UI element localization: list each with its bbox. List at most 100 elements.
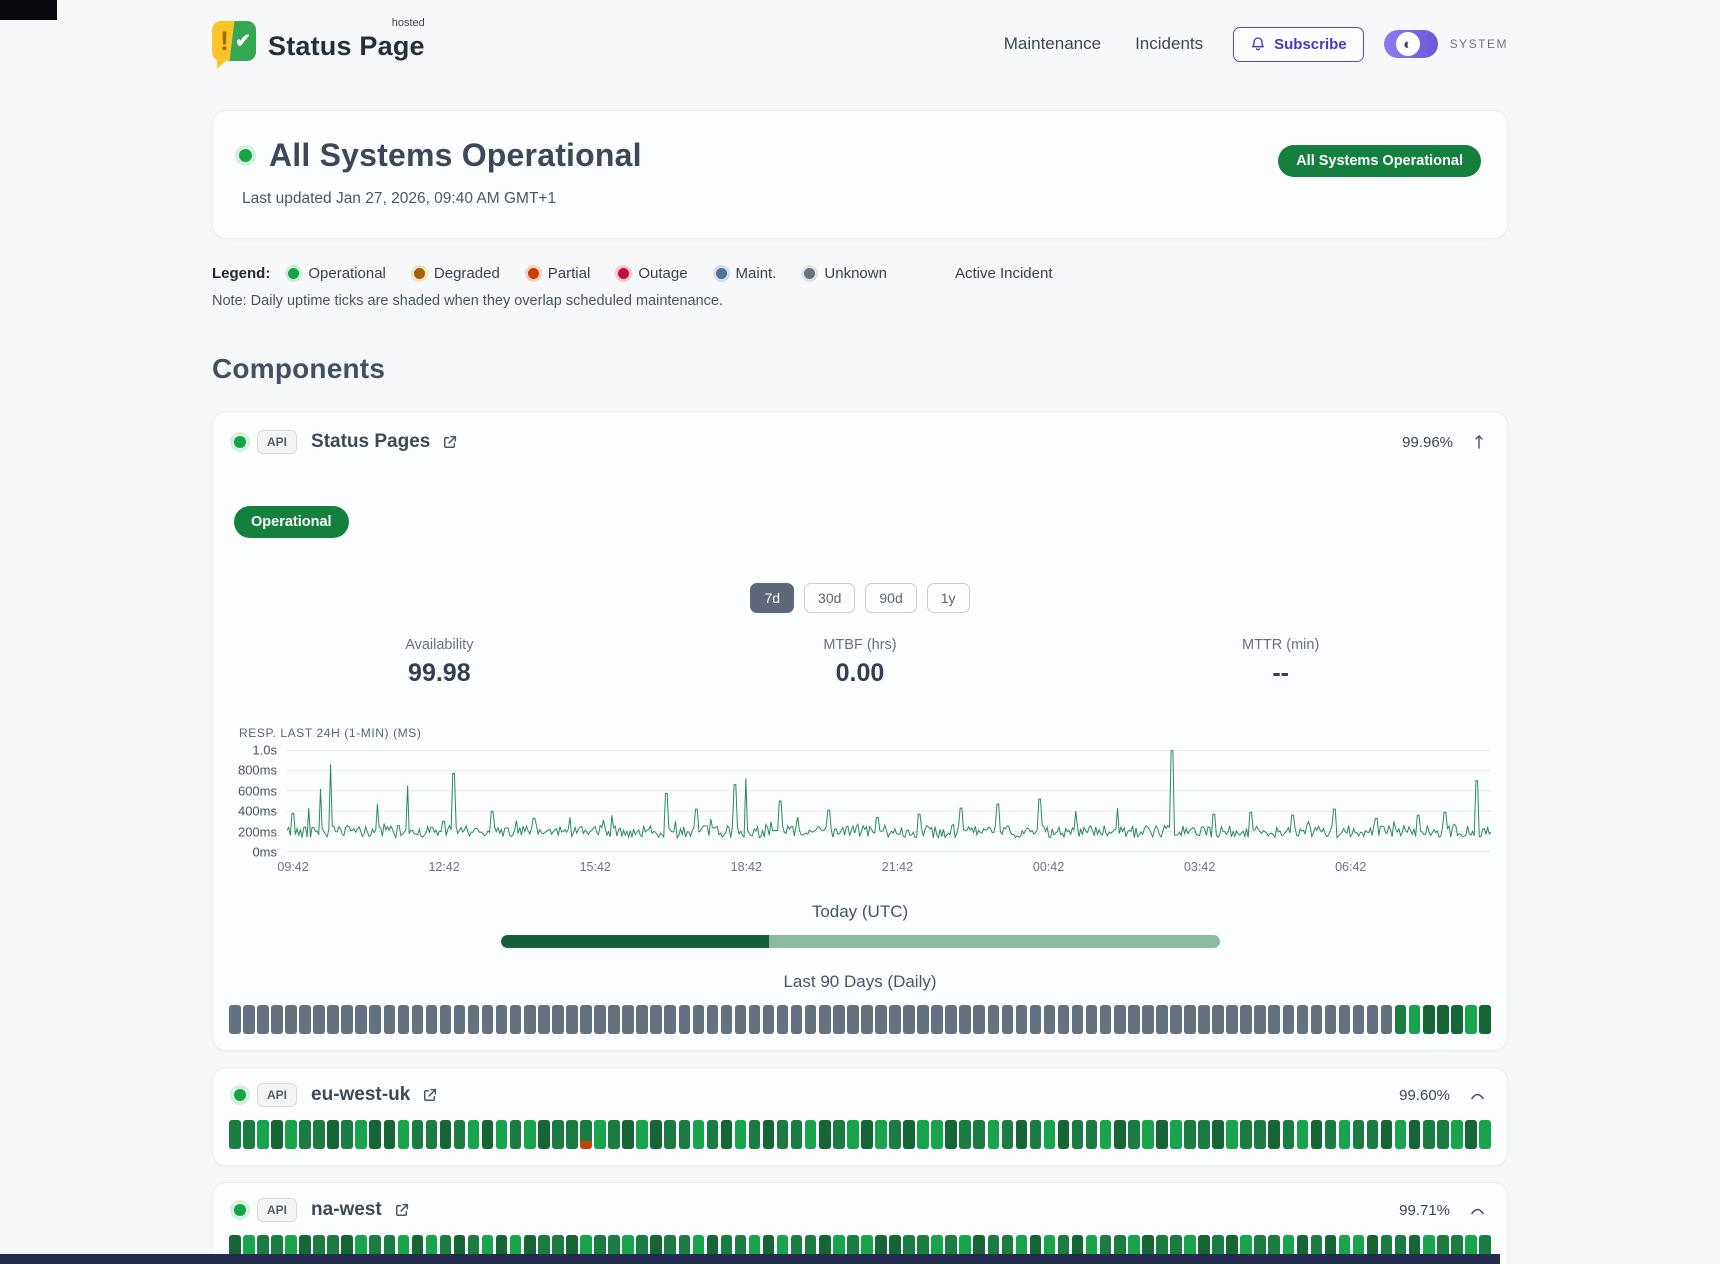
uptime-tick-no-data[interactable]: [1030, 1005, 1042, 1034]
uptime-tick-operational[interactable]: [1226, 1120, 1238, 1149]
uptime-tick-operational[interactable]: [763, 1120, 775, 1149]
range-button-90d[interactable]: 90d: [865, 583, 916, 613]
external-link-icon[interactable]: [441, 434, 458, 451]
uptime-tick-operational[interactable]: [903, 1120, 915, 1149]
uptime-tick-operational[interactable]: [791, 1120, 803, 1149]
collapse-icon[interactable]: [1469, 1204, 1486, 1216]
uptime-tick-no-data[interactable]: [819, 1005, 831, 1034]
uptime-tick-no-data[interactable]: [1311, 1005, 1323, 1034]
uptime-tick-no-data[interactable]: [973, 1005, 985, 1034]
uptime-tick-operational[interactable]: [552, 1120, 564, 1149]
uptime-tick-operational[interactable]: [721, 1120, 733, 1149]
uptime-tick-no-data[interactable]: [735, 1005, 747, 1034]
uptime-tick-no-data[interactable]: [412, 1005, 424, 1034]
uptime-tick-operational[interactable]: [1142, 1120, 1154, 1149]
uptime-tick-no-data[interactable]: [1044, 1005, 1056, 1034]
uptime-tick-no-data[interactable]: [1297, 1005, 1309, 1034]
range-button-1y[interactable]: 1y: [927, 583, 970, 613]
uptime-tick-operational[interactable]: [412, 1120, 424, 1149]
component-header[interactable]: API Status Pages 99.96%: [229, 430, 1491, 454]
uptime-tick-operational[interactable]: [440, 1120, 452, 1149]
uptime-tick-operational[interactable]: [313, 1120, 325, 1149]
uptime-tick-no-data[interactable]: [426, 1005, 438, 1034]
uptime-tick-operational[interactable]: [1395, 1005, 1407, 1034]
uptime-tick-operational[interactable]: [257, 1120, 269, 1149]
uptime-tick-no-data[interactable]: [861, 1005, 873, 1034]
uptime-tick-no-data[interactable]: [1240, 1005, 1252, 1034]
uptime-tick-operational[interactable]: [1423, 1120, 1435, 1149]
subscribe-button[interactable]: Subscribe: [1233, 27, 1364, 62]
uptime-tick-operational[interactable]: [636, 1120, 648, 1149]
uptime-tick-operational[interactable]: [945, 1120, 957, 1149]
uptime-tick-operational[interactable]: [299, 1120, 311, 1149]
uptime-tick-operational[interactable]: [566, 1120, 578, 1149]
uptime-tick-operational[interactable]: [1311, 1120, 1323, 1149]
uptime-tick-no-data[interactable]: [791, 1005, 803, 1034]
collapse-icon[interactable]: [1469, 1089, 1486, 1101]
uptime-tick-operational[interactable]: [1240, 1120, 1252, 1149]
uptime-tick-no-data[interactable]: [931, 1005, 943, 1034]
uptime-tick-operational[interactable]: [1339, 1120, 1351, 1149]
uptime-tick-operational[interactable]: [271, 1120, 283, 1149]
uptime-tick-operational[interactable]: [1114, 1120, 1126, 1149]
uptime-tick-operational[interactable]: [1184, 1120, 1196, 1149]
uptime-tick-operational[interactable]: [398, 1120, 410, 1149]
uptime-tick-operational[interactable]: [1409, 1120, 1421, 1149]
uptime-tick-operational[interactable]: [847, 1120, 859, 1149]
uptime-tick-no-data[interactable]: [903, 1005, 915, 1034]
uptime-tick-operational[interactable]: [1212, 1120, 1224, 1149]
uptime-tick-operational[interactable]: [1297, 1120, 1309, 1149]
uptime-tick-no-data[interactable]: [1325, 1005, 1337, 1034]
uptime-tick-no-data[interactable]: [510, 1005, 522, 1034]
uptime-tick-no-data[interactable]: [313, 1005, 325, 1034]
uptime-tick-operational[interactable]: [608, 1120, 620, 1149]
uptime-tick-operational[interactable]: [988, 1120, 1000, 1149]
uptime-tick-no-data[interactable]: [1142, 1005, 1154, 1034]
uptime-tick-operational[interactable]: [664, 1120, 676, 1149]
uptime-tick-operational[interactable]: [1044, 1120, 1056, 1149]
uptime-tick-no-data[interactable]: [538, 1005, 550, 1034]
uptime-tick-no-data[interactable]: [707, 1005, 719, 1034]
uptime-tick-operational[interactable]: [468, 1120, 480, 1149]
uptime-tick-no-data[interactable]: [1226, 1005, 1238, 1034]
uptime-tick-operational[interactable]: [355, 1120, 367, 1149]
uptime-tick-operational[interactable]: [1100, 1120, 1112, 1149]
uptime-tick-operational[interactable]: [454, 1120, 466, 1149]
external-link-icon[interactable]: [393, 1202, 410, 1219]
uptime-tick-no-data[interactable]: [650, 1005, 662, 1034]
uptime-tick-operational[interactable]: [384, 1120, 396, 1149]
uptime-tick-no-data[interactable]: [917, 1005, 929, 1034]
uptime-tick-no-data[interactable]: [679, 1005, 691, 1034]
uptime-tick-operational[interactable]: [1170, 1120, 1182, 1149]
nav-link-maintenance[interactable]: Maintenance: [1004, 34, 1101, 54]
uptime-tick-operational[interactable]: [1128, 1120, 1140, 1149]
uptime-tick-operational[interactable]: [229, 1120, 241, 1149]
uptime-tick-no-data[interactable]: [496, 1005, 508, 1034]
uptime-tick-operational[interactable]: [594, 1120, 606, 1149]
uptime-tick-operational[interactable]: [959, 1120, 971, 1149]
uptime-tick-no-data[interactable]: [1381, 1005, 1393, 1034]
uptime-tick-operational[interactable]: [1479, 1120, 1491, 1149]
logo[interactable]: ! ✔ Status Page hosted: [212, 19, 425, 69]
uptime-tick-operational[interactable]: [819, 1120, 831, 1149]
uptime-tick-operational[interactable]: [973, 1120, 985, 1149]
uptime-tick-operational[interactable]: [1016, 1120, 1028, 1149]
uptime-tick-no-data[interactable]: [1339, 1005, 1351, 1034]
uptime-tick-operational[interactable]: [1072, 1120, 1084, 1149]
uptime-tick-no-data[interactable]: [384, 1005, 396, 1034]
uptime-tick-no-data[interactable]: [1058, 1005, 1070, 1034]
uptime-tick-no-data[interactable]: [833, 1005, 845, 1034]
component-header[interactable]: API na-west 99.71%: [229, 1198, 1491, 1222]
uptime-tick-no-data[interactable]: [1016, 1005, 1028, 1034]
uptime-tick-no-data[interactable]: [1367, 1005, 1379, 1034]
uptime-tick-operational[interactable]: [875, 1120, 887, 1149]
expand-arrow-icon[interactable]: [1472, 434, 1486, 450]
uptime-tick-operational[interactable]: [693, 1120, 705, 1149]
uptime-tick-no-data[interactable]: [1268, 1005, 1280, 1034]
uptime-tick-no-data[interactable]: [327, 1005, 339, 1034]
uptime-tick-operational[interactable]: [482, 1120, 494, 1149]
range-button-7d[interactable]: 7d: [750, 583, 794, 613]
uptime-tick-operational[interactable]: [650, 1120, 662, 1149]
uptime-tick-operational[interactable]: [1451, 1120, 1463, 1149]
range-button-30d[interactable]: 30d: [804, 583, 855, 613]
